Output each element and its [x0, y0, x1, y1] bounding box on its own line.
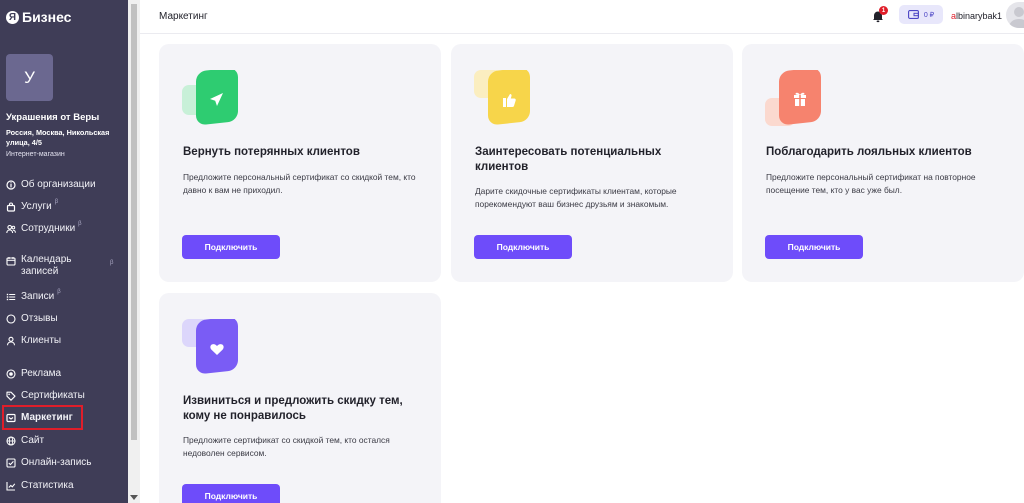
sidebar-item-reviews[interactable]: Отзывы [4, 309, 122, 329]
sidebar: Я Бизнес У Украшения от Веры Россия, Мос… [0, 0, 128, 503]
sidebar-item-clients[interactable]: Клиенты [4, 331, 122, 351]
sidebar-item-label: Услуги [21, 201, 52, 212]
sidebar-item-label: Сертификаты [21, 390, 85, 401]
people-icon [6, 224, 16, 234]
sidebar-item-services[interactable]: Услуги β [4, 197, 122, 217]
sidebar-item-label: Об организации [21, 179, 96, 190]
card-description: Дарите скидочные сертификаты клиентам, к… [475, 186, 677, 209]
beta-badge: β [78, 221, 82, 227]
beta-badge: β [54, 199, 59, 205]
thumbs-up-icon [474, 70, 530, 125]
sidebar-scrollbar[interactable] [128, 0, 140, 503]
checkbox-icon [6, 458, 16, 468]
sidebar-item-label: Онлайн-запись [21, 457, 92, 468]
chart-icon [6, 481, 16, 491]
org-address: Россия, Москва, Никольская улица, 4/5 [6, 128, 110, 147]
marketing-card-apologize: Извиниться и предложить скидку тем, кому… [159, 293, 441, 503]
card-title: Заинтересовать потенциальных клиентов [475, 146, 662, 173]
scroll-down-arrow-icon[interactable] [130, 495, 138, 500]
target-icon [6, 369, 16, 379]
connect-button[interactable]: Подключить [182, 484, 280, 503]
gift-icon [765, 70, 821, 126]
sidebar-item-site[interactable]: Сайт [4, 431, 122, 451]
bag-icon [6, 202, 16, 212]
sidebar-item-label: Календарь записей [21, 254, 72, 277]
connect-button[interactable]: Подключить [474, 235, 572, 259]
org-name: Украшения от Веры [6, 112, 100, 123]
scrollbar-thumb[interactable] [131, 4, 137, 440]
sidebar-item-online-booking[interactable]: Онлайн-запись [4, 453, 122, 473]
card-description: Предложите персональный сертификат со ск… [183, 172, 416, 195]
sidebar-item-bookings[interactable]: Записи β [4, 287, 122, 307]
notification-badge: 1 [879, 6, 888, 15]
card-description: Предложите персональный сертификат на по… [766, 172, 976, 195]
chat-icon [6, 314, 16, 324]
balance-button[interactable]: 0 ₽ [899, 5, 943, 24]
sidebar-item-label: Сотрудники [21, 223, 76, 234]
card-description: Предложите сертификат со скидкой тем, кт… [183, 435, 390, 458]
sidebar-item-label: Записи [21, 291, 55, 302]
globe-icon [6, 436, 16, 446]
marketing-card-attract-clients: Заинтересовать потенциальных клиентов Да… [451, 44, 733, 282]
beta-badge: β [57, 289, 61, 295]
beta-badge: β [110, 260, 114, 266]
card-title: Извиниться и предложить скидку тем, кому… [183, 395, 403, 422]
org-avatar[interactable]: У [6, 54, 53, 101]
avatar-placeholder-icon [1009, 7, 1024, 28]
heart-icon [182, 319, 238, 374]
megaphone-icon [6, 413, 16, 423]
tag-icon [6, 391, 16, 401]
connect-button[interactable]: Подключить [182, 235, 280, 259]
username[interactable]: albinarybak1 [951, 11, 1002, 21]
user-avatar[interactable] [1006, 2, 1024, 28]
sidebar-item-label: Маркетинг [21, 411, 73, 423]
connect-button[interactable]: Подключить [765, 235, 863, 259]
brand-logo[interactable]: Я Бизнес [6, 8, 71, 26]
page-title: Маркетинг [159, 11, 208, 22]
paper-plane-icon [182, 70, 238, 125]
sidebar-item-about[interactable]: Об организации [4, 175, 122, 195]
brand-name: Бизнес [22, 9, 72, 25]
sidebar-item-calendar[interactable]: Календарь записей β [4, 254, 122, 282]
yandex-logo-icon: Я [6, 10, 19, 24]
sidebar-item-ads[interactable]: Реклама [4, 364, 122, 384]
sidebar-item-label: Отзывы [21, 313, 58, 324]
balance-value: 0 ₽ [923, 11, 935, 19]
header: Маркетинг 1 0 ₽ albinarybak1 [140, 0, 1024, 34]
org-type: Интернет-магазин [6, 151, 65, 158]
info-circle-icon [6, 180, 16, 190]
marketing-card-thank-loyal-clients: Поблагодарить лояльных клиентов Предложи… [742, 44, 1024, 282]
sidebar-item-label: Сайт [21, 435, 45, 446]
wallet-icon [907, 10, 919, 19]
sidebar-item-statistics[interactable]: Статистика [4, 476, 122, 496]
sidebar-item-label: Клиенты [21, 335, 62, 346]
sidebar-item-marketing[interactable]: Маркетинг [2, 405, 83, 430]
sidebar-item-certificates[interactable]: Сертификаты [4, 386, 122, 406]
sidebar-item-label: Статистика [21, 480, 74, 491]
username-rest: lbinarybak1 [956, 11, 1003, 21]
user-icon [6, 336, 16, 346]
sidebar-item-label: Реклама [21, 368, 62, 379]
card-title: Вернуть потерянных клиентов [183, 146, 360, 158]
card-title: Поблагодарить лояльных клиентов [766, 146, 972, 158]
marketing-card-return-clients: Вернуть потерянных клиентов Предложите п… [159, 44, 441, 282]
list-icon [6, 292, 16, 302]
sidebar-item-staff[interactable]: Сотрудники β [4, 219, 122, 239]
calendar-icon [6, 256, 16, 266]
